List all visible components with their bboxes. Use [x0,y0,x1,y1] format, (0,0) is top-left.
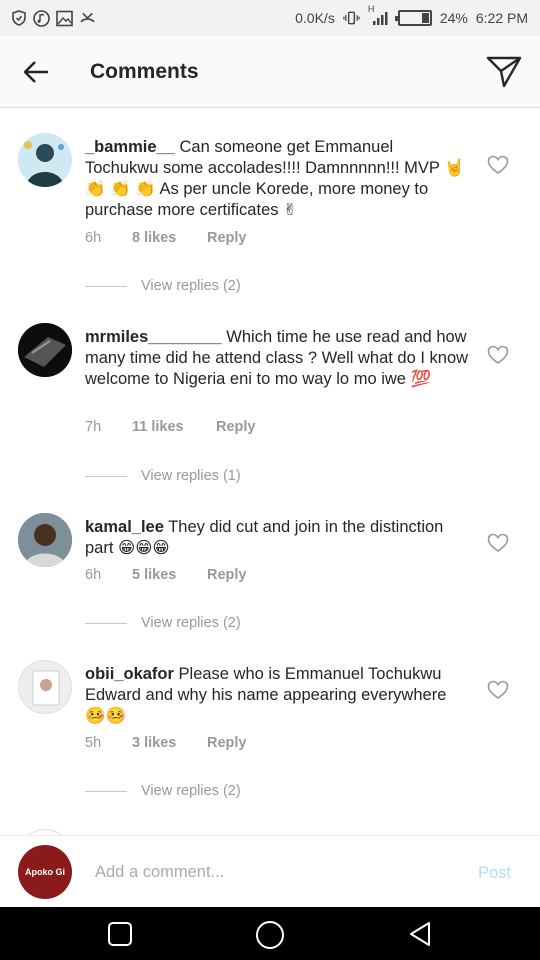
comment-time: 6h [85,567,102,583]
avatar-logo-text: Apoko Gi [25,867,65,877]
view-replies-label[interactable]: View replies (2) [141,278,241,294]
back-arrow-icon[interactable] [22,58,50,86]
like-heart-icon[interactable] [487,345,509,365]
battery-icon [394,10,432,26]
reply-button[interactable]: Reply [207,735,247,751]
home-icon[interactable] [255,920,284,949]
avatar[interactable] [18,660,72,714]
reply-button[interactable]: Reply [207,567,247,583]
reply-button[interactable]: Reply [207,230,247,246]
avatar[interactable] [18,323,72,377]
like-heart-icon[interactable] [487,155,509,175]
comment-meta: 6h 8 likes Reply [85,230,247,246]
likes-count[interactable]: 3 likes [132,735,207,751]
comment-time: 5h [85,735,102,751]
music-icon [33,9,50,27]
likes-count[interactable]: 11 likes [132,419,216,435]
clock: 6:22 PM [475,10,528,26]
comment-username[interactable]: _bammie__ [85,138,175,156]
comment-text: kamal_lee They did cut and join in the d… [85,517,470,559]
comment-username[interactable]: kamal_lee [85,518,164,536]
view-replies-label[interactable]: View replies (2) [141,783,241,799]
comment-meta: 5h 3 likes Reply [85,735,247,751]
post-button[interactable]: Post [478,864,511,883]
like-heart-icon[interactable] [487,533,509,553]
replies-divider [85,285,127,287]
network-speed: 0.0K/s [295,10,335,26]
like-heart-icon[interactable] [487,680,509,700]
comment-input[interactable] [95,858,455,886]
view-replies[interactable]: View replies (1) [85,466,241,486]
page-title: Comments [90,60,199,83]
view-replies[interactable]: View replies (2) [85,613,241,633]
replies-divider [85,790,127,792]
likes-count[interactable]: 5 likes [132,567,207,583]
reply-button[interactable]: Reply [216,419,256,435]
battery-percent: 24% [439,10,468,26]
system-nav-bar [0,907,540,960]
avatar[interactable] [18,133,72,187]
back-nav-icon[interactable] [406,920,434,948]
replies-divider [85,622,127,624]
replies-divider [85,475,127,477]
comment-username[interactable]: mrmiles________ [85,328,222,346]
comment-text: _bammie__ Can someone get Emmanuel Tochu… [85,137,470,221]
signal-type-label: H [367,3,375,14]
comment-meta: 7h 11 likes Reply [85,419,256,435]
shield-icon [10,10,27,27]
comment-time: 7h [85,419,102,435]
add-comment-bar: Apoko Gi Post [0,835,540,907]
status-bar: 0.0K/s H 24% 6:22 PM [0,0,540,36]
comment-time: 6h [85,230,102,246]
top-app-bar: Comments [0,36,540,108]
vibrate-icon [343,10,360,27]
comment-text: obii_okafor Please who is Emmanuel Tochu… [85,664,470,727]
view-replies[interactable]: View replies (2) [85,781,241,801]
comment-meta: 6h 5 likes Reply [85,567,247,583]
view-replies[interactable]: View replies (2) [85,276,241,296]
direct-send-icon[interactable] [486,54,522,90]
likes-count[interactable]: 8 likes [132,230,207,246]
recent-apps-icon[interactable] [106,920,134,948]
view-replies-label[interactable]: View replies (2) [141,615,241,631]
avatar[interactable] [18,513,72,567]
missed-call-icon [79,10,96,27]
view-replies-label[interactable]: View replies (1) [141,468,241,484]
image-icon [56,10,73,27]
comment-text: mrmiles________ Which time he use read a… [85,327,470,390]
signal-icon: H [368,4,390,27]
comment-username[interactable]: obii_okafor [85,665,174,683]
avatar: Apoko Gi [18,845,72,899]
